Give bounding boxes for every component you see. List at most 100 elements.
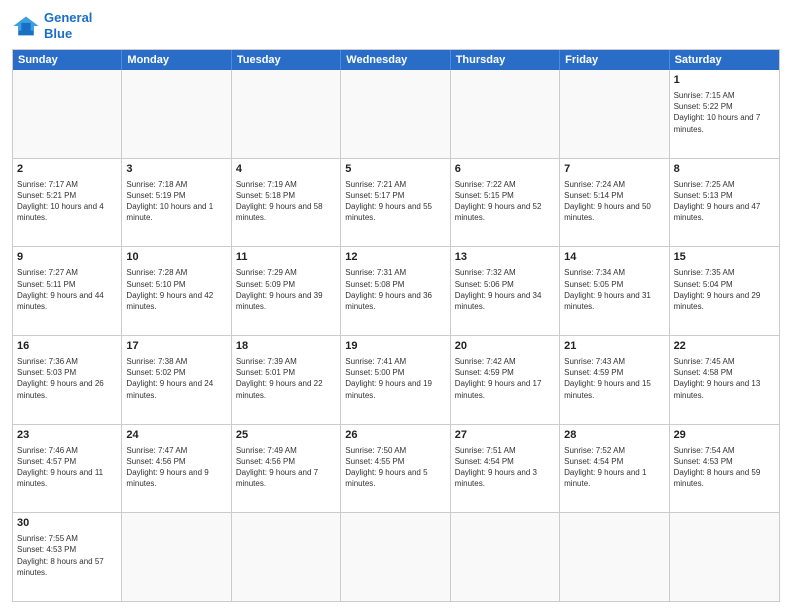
day-info: Sunrise: 7:25 AM Sunset: 5:13 PM Dayligh… xyxy=(674,179,775,224)
day-info: Sunrise: 7:22 AM Sunset: 5:15 PM Dayligh… xyxy=(455,179,555,224)
day-number: 20 xyxy=(455,339,555,354)
empty-cell xyxy=(451,70,560,158)
day-number: 22 xyxy=(674,339,775,354)
day-info: Sunrise: 7:52 AM Sunset: 4:54 PM Dayligh… xyxy=(564,445,664,490)
day-info: Sunrise: 7:50 AM Sunset: 4:55 PM Dayligh… xyxy=(345,445,445,490)
header-day-saturday: Saturday xyxy=(670,50,779,70)
day-cell-11: 11Sunrise: 7:29 AM Sunset: 5:09 PM Dayli… xyxy=(232,247,341,335)
day-cell-19: 19Sunrise: 7:41 AM Sunset: 5:00 PM Dayli… xyxy=(341,336,450,424)
header-day-friday: Friday xyxy=(560,50,669,70)
day-cell-26: 26Sunrise: 7:50 AM Sunset: 4:55 PM Dayli… xyxy=(341,425,450,513)
day-info: Sunrise: 7:24 AM Sunset: 5:14 PM Dayligh… xyxy=(564,179,664,224)
day-info: Sunrise: 7:47 AM Sunset: 4:56 PM Dayligh… xyxy=(126,445,226,490)
header-day-tuesday: Tuesday xyxy=(232,50,341,70)
logo: General Blue xyxy=(12,10,92,41)
day-cell-16: 16 Sunrise: 7:36 AM Sunset: 5:03 PM Dayli… xyxy=(13,336,122,424)
day-number: 2 xyxy=(17,162,117,177)
calendar-body: 1 Sunrise: 7:15 AM Sunset: 5:22 PM Daylig… xyxy=(13,70,779,601)
day-number: 28 xyxy=(564,428,664,443)
empty-cell xyxy=(232,513,341,601)
day-cell-3: 3 Sunrise: 7:18 AM Sunset: 5:19 PM Daylig… xyxy=(122,159,231,247)
day-cell-23: 23 Sunrise: 7:46 AM Sunset: 4:57 PM Dayli… xyxy=(13,425,122,513)
day-info: Sunrise: 7:31 AM Sunset: 5:08 PM Dayligh… xyxy=(345,267,445,312)
day-number: 9 xyxy=(17,250,117,265)
calendar-header: SundayMondayTuesdayWednesdayThursdayFrid… xyxy=(13,50,779,70)
day-number: 30 xyxy=(17,516,117,531)
day-number: 25 xyxy=(236,428,336,443)
logo-general: General xyxy=(44,10,92,25)
empty-cell xyxy=(122,513,231,601)
day-cell-13: 13 Sunrise: 7:32 AM Sunset: 5:06 PM Dayli… xyxy=(451,247,560,335)
day-info: Sunrise: 7:46 AM Sunset: 4:57 PM Dayligh… xyxy=(17,445,117,490)
day-info: Sunrise: 7:34 AM Sunset: 5:05 PM Dayligh… xyxy=(564,267,664,312)
day-info: Sunrise: 7:28 AM Sunset: 5:10 PM Dayligh… xyxy=(126,267,226,312)
calendar-week-2: 2 Sunrise: 7:17 AM Sunset: 5:21 PM Daylig… xyxy=(13,158,779,247)
calendar-week-1: 1 Sunrise: 7:15 AM Sunset: 5:22 PM Daylig… xyxy=(13,70,779,158)
day-cell-1: 1 Sunrise: 7:15 AM Sunset: 5:22 PM Daylig… xyxy=(670,70,779,158)
day-cell-9: 9 Sunrise: 7:27 AM Sunset: 5:11 PM Daylig… xyxy=(13,247,122,335)
day-cell-17: 17Sunrise: 7:38 AM Sunset: 5:02 PM Dayli… xyxy=(122,336,231,424)
logo-text: General Blue xyxy=(44,10,92,41)
day-number: 27 xyxy=(455,428,555,443)
day-info: Sunrise: 7:45 AM Sunset: 4:58 PM Dayligh… xyxy=(674,356,775,401)
day-number: 15 xyxy=(674,250,775,265)
day-cell-2: 2 Sunrise: 7:17 AM Sunset: 5:21 PM Daylig… xyxy=(13,159,122,247)
day-info: Sunrise: 7:51 AM Sunset: 4:54 PM Dayligh… xyxy=(455,445,555,490)
day-cell-8: 8 Sunrise: 7:25 AM Sunset: 5:13 PM Daylig… xyxy=(670,159,779,247)
calendar-week-3: 9 Sunrise: 7:27 AM Sunset: 5:11 PM Daylig… xyxy=(13,246,779,335)
empty-cell xyxy=(341,513,450,601)
day-cell-28: 28 Sunrise: 7:52 AM Sunset: 4:54 PM Dayli… xyxy=(560,425,669,513)
day-info: Sunrise: 7:42 AM Sunset: 4:59 PM Dayligh… xyxy=(455,356,555,401)
day-number: 10 xyxy=(126,250,226,265)
day-cell-27: 27 Sunrise: 7:51 AM Sunset: 4:54 PM Dayli… xyxy=(451,425,560,513)
day-cell-20: 20 Sunrise: 7:42 AM Sunset: 4:59 PM Dayli… xyxy=(451,336,560,424)
header-day-sunday: Sunday xyxy=(13,50,122,70)
day-number: 1 xyxy=(674,73,775,88)
day-number: 23 xyxy=(17,428,117,443)
day-number: 12 xyxy=(345,250,445,265)
calendar-week-6: 30 Sunrise: 7:55 AM Sunset: 4:53 PM Dayli… xyxy=(13,512,779,601)
day-info: Sunrise: 7:43 AM Sunset: 4:59 PM Dayligh… xyxy=(564,356,664,401)
day-number: 19 xyxy=(345,339,445,354)
day-number: 8 xyxy=(674,162,775,177)
header-day-thursday: Thursday xyxy=(451,50,560,70)
day-number: 3 xyxy=(126,162,226,177)
day-info: Sunrise: 7:54 AM Sunset: 4:53 PM Dayligh… xyxy=(674,445,775,490)
day-number: 6 xyxy=(455,162,555,177)
day-cell-30: 30 Sunrise: 7:55 AM Sunset: 4:53 PM Dayli… xyxy=(13,513,122,601)
day-number: 13 xyxy=(455,250,555,265)
day-info: Sunrise: 7:17 AM Sunset: 5:21 PM Dayligh… xyxy=(17,179,117,224)
day-info: Sunrise: 7:35 AM Sunset: 5:04 PM Dayligh… xyxy=(674,267,775,312)
day-number: 5 xyxy=(345,162,445,177)
day-info: Sunrise: 7:29 AM Sunset: 5:09 PM Dayligh… xyxy=(236,267,336,312)
day-info: Sunrise: 7:27 AM Sunset: 5:11 PM Dayligh… xyxy=(17,267,117,312)
day-info: Sunrise: 7:21 AM Sunset: 5:17 PM Dayligh… xyxy=(345,179,445,224)
day-info: Sunrise: 7:15 AM Sunset: 5:22 PM Dayligh… xyxy=(674,90,775,135)
day-cell-21: 21Sunrise: 7:43 AM Sunset: 4:59 PM Dayli… xyxy=(560,336,669,424)
empty-cell xyxy=(232,70,341,158)
calendar: SundayMondayTuesdayWednesdayThursdayFrid… xyxy=(12,49,780,602)
day-info: Sunrise: 7:55 AM Sunset: 4:53 PM Dayligh… xyxy=(17,533,117,578)
day-info: Sunrise: 7:18 AM Sunset: 5:19 PM Dayligh… xyxy=(126,179,226,224)
empty-cell xyxy=(670,513,779,601)
day-number: 17 xyxy=(126,339,226,354)
empty-cell xyxy=(451,513,560,601)
day-info: Sunrise: 7:32 AM Sunset: 5:06 PM Dayligh… xyxy=(455,267,555,312)
calendar-week-5: 23 Sunrise: 7:46 AM Sunset: 4:57 PM Dayli… xyxy=(13,424,779,513)
day-number: 18 xyxy=(236,339,336,354)
day-number: 14 xyxy=(564,250,664,265)
day-cell-5: 5 Sunrise: 7:21 AM Sunset: 5:17 PM Daylig… xyxy=(341,159,450,247)
header-day-wednesday: Wednesday xyxy=(341,50,450,70)
day-cell-22: 22 Sunrise: 7:45 AM Sunset: 4:58 PM Dayli… xyxy=(670,336,779,424)
day-cell-25: 25 Sunrise: 7:49 AM Sunset: 4:56 PM Dayli… xyxy=(232,425,341,513)
day-cell-24: 24Sunrise: 7:47 AM Sunset: 4:56 PM Dayli… xyxy=(122,425,231,513)
day-info: Sunrise: 7:36 AM Sunset: 5:03 PM Dayligh… xyxy=(17,356,117,401)
day-info: Sunrise: 7:49 AM Sunset: 4:56 PM Dayligh… xyxy=(236,445,336,490)
day-cell-10: 10 Sunrise: 7:28 AM Sunset: 5:10 PM Dayli… xyxy=(122,247,231,335)
day-number: 4 xyxy=(236,162,336,177)
day-cell-12: 12 Sunrise: 7:31 AM Sunset: 5:08 PM Dayli… xyxy=(341,247,450,335)
day-number: 16 xyxy=(17,339,117,354)
calendar-week-4: 16 Sunrise: 7:36 AM Sunset: 5:03 PM Dayli… xyxy=(13,335,779,424)
day-cell-6: 6 Sunrise: 7:22 AM Sunset: 5:15 PM Daylig… xyxy=(451,159,560,247)
day-cell-7: 7Sunrise: 7:24 AM Sunset: 5:14 PM Daylig… xyxy=(560,159,669,247)
